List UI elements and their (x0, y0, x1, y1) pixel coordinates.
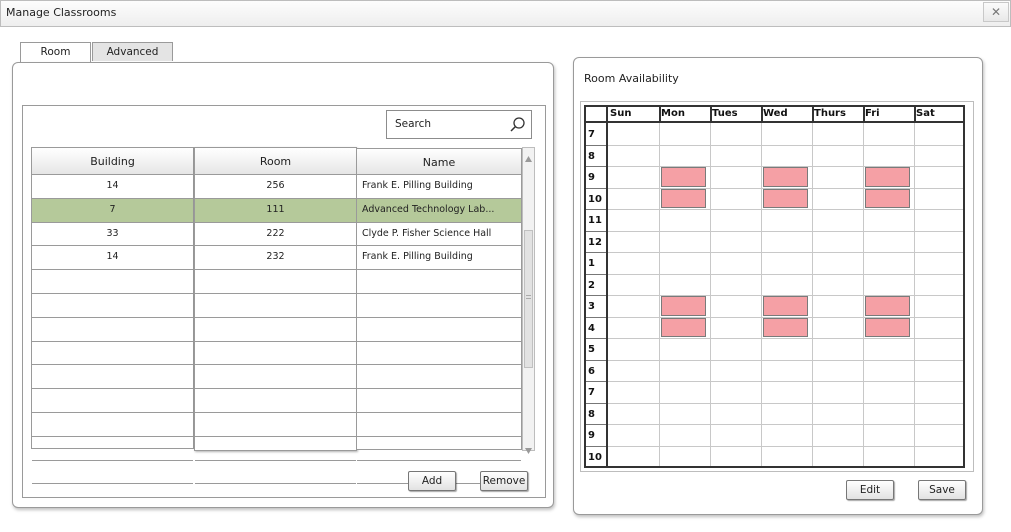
table-cell-room[interactable]: 111 (195, 198, 356, 223)
empty-table-cell[interactable] (32, 318, 193, 342)
table-cell-room[interactable]: 222 (195, 223, 356, 247)
hour-label: 8 (588, 150, 595, 162)
hour-label: 11 (588, 215, 602, 226)
booked-slot[interactable] (661, 317, 706, 337)
table-cell-room[interactable]: 256 (195, 175, 356, 199)
table-cell-name[interactable]: Advanced Technology Lab... (357, 198, 521, 223)
scroll-up-icon[interactable] (524, 149, 533, 162)
empty-table-cell[interactable] (195, 389, 356, 413)
remove-button[interactable]: Remove (480, 471, 528, 491)
table-cell-room[interactable]: 232 (195, 246, 356, 271)
save-button[interactable]: Save (918, 480, 966, 500)
empty-table-cell[interactable] (357, 365, 521, 390)
empty-table-cell[interactable] (32, 342, 193, 366)
empty-table-cell[interactable] (357, 389, 521, 413)
empty-table-cell[interactable] (32, 365, 193, 390)
name-column: Name Frank E. Pilling Building Advanced T… (356, 148, 522, 485)
empty-table-cell[interactable] (195, 270, 356, 294)
hour-label: 7 (588, 387, 595, 398)
scroll-thumb[interactable] (524, 230, 533, 368)
empty-table-cell[interactable] (195, 365, 356, 390)
hour-label: 2 (588, 279, 595, 291)
close-icon[interactable]: ✕ (983, 2, 1009, 22)
hour-label: 9 (588, 172, 595, 183)
hour-label: 4 (588, 322, 595, 334)
table-cell-name[interactable]: Frank E. Pilling Building (357, 246, 521, 271)
booked-slot[interactable] (865, 167, 910, 187)
empty-table-cell[interactable] (32, 270, 193, 294)
room-header[interactable]: Room (195, 148, 356, 175)
booked-slot[interactable] (763, 188, 808, 208)
empty-table-cell[interactable] (357, 270, 521, 294)
booked-slot[interactable] (865, 188, 910, 208)
hour-label: 9 (588, 430, 595, 441)
hour-label: 6 (588, 365, 595, 377)
day-header: Mon (661, 108, 685, 119)
day-header: Tues (712, 108, 738, 119)
empty-table-cell[interactable] (195, 294, 356, 318)
table-cell-building[interactable]: 7 (32, 198, 193, 223)
edit-button[interactable]: Edit (846, 480, 894, 500)
empty-table-cell[interactable] (32, 389, 193, 413)
hour-label: 10 (588, 193, 602, 205)
table-cell-building[interactable]: 14 (32, 246, 193, 271)
hour-label: 1 (588, 258, 595, 269)
tab-advanced-view[interactable]: Advanced View (92, 42, 173, 76)
empty-table-cell[interactable] (195, 461, 356, 485)
day-header: Thurs (814, 108, 846, 119)
empty-table-cell[interactable] (195, 437, 356, 461)
hour-label: 10 (588, 451, 602, 463)
availability-title: Room Availability (584, 72, 679, 85)
empty-table-cell[interactable] (357, 294, 521, 318)
day-header: Sun (610, 108, 632, 119)
booked-slot[interactable] (763, 296, 808, 316)
hour-label: 5 (588, 344, 595, 355)
table-cell-name[interactable]: Clyde P. Fisher Science Hall (357, 223, 521, 247)
empty-table-cell[interactable] (32, 413, 193, 437)
window-titlebar (0, 0, 1011, 27)
empty-table-cell[interactable] (357, 318, 521, 342)
booked-slot[interactable] (763, 317, 808, 337)
building-header[interactable]: Building (32, 148, 193, 175)
hour-label: 8 (588, 408, 595, 420)
empty-table-cell[interactable] (32, 294, 193, 318)
name-header[interactable]: Name (357, 149, 521, 175)
day-header: Wed (763, 108, 788, 119)
empty-table-cell[interactable] (32, 461, 193, 485)
schedule-grid: Sun Mon Tues Wed Thurs Fri Sat 7 8 9 10 11 12 1 2 3 4 5 6 7… (584, 105, 965, 468)
day-header: Fri (865, 108, 880, 119)
booked-slot[interactable] (661, 296, 706, 316)
booked-slot[interactable] (661, 188, 706, 208)
empty-table-cell[interactable] (195, 318, 356, 342)
building-column: Building 14 7 33 14 (31, 147, 194, 485)
empty-table-cell[interactable] (195, 342, 356, 366)
table-scrollbar[interactable] (522, 147, 535, 454)
table-cell-building[interactable]: 14 (32, 175, 193, 199)
booked-slot[interactable] (763, 167, 808, 187)
hour-label: 7 (588, 129, 595, 140)
table-cell-name[interactable]: Frank E. Pilling Building (357, 175, 521, 199)
scroll-down-icon[interactable] (524, 440, 533, 454)
search-input[interactable]: Search (386, 110, 532, 139)
day-header: Sat (916, 108, 935, 119)
hour-label: 12 (588, 236, 602, 248)
empty-table-cell[interactable] (357, 342, 521, 366)
table-cell-building[interactable]: 33 (32, 223, 193, 247)
booked-slot[interactable] (865, 296, 910, 316)
booked-slot[interactable] (865, 317, 910, 337)
empty-table-cell[interactable] (357, 437, 521, 461)
search-placeholder: Search (395, 118, 432, 130)
booked-slot[interactable] (661, 167, 706, 187)
tab-room-search[interactable]: Room Search (20, 42, 91, 76)
window-title: Manage Classrooms (6, 6, 117, 19)
add-button[interactable]: Add (408, 471, 456, 491)
empty-table-cell[interactable] (32, 437, 193, 461)
room-column: Room 256 111 222 232 (194, 147, 357, 485)
empty-table-cell[interactable] (357, 413, 521, 437)
search-icon[interactable] (509, 116, 527, 138)
hour-label: 3 (588, 301, 595, 312)
empty-table-cell[interactable] (195, 413, 356, 437)
